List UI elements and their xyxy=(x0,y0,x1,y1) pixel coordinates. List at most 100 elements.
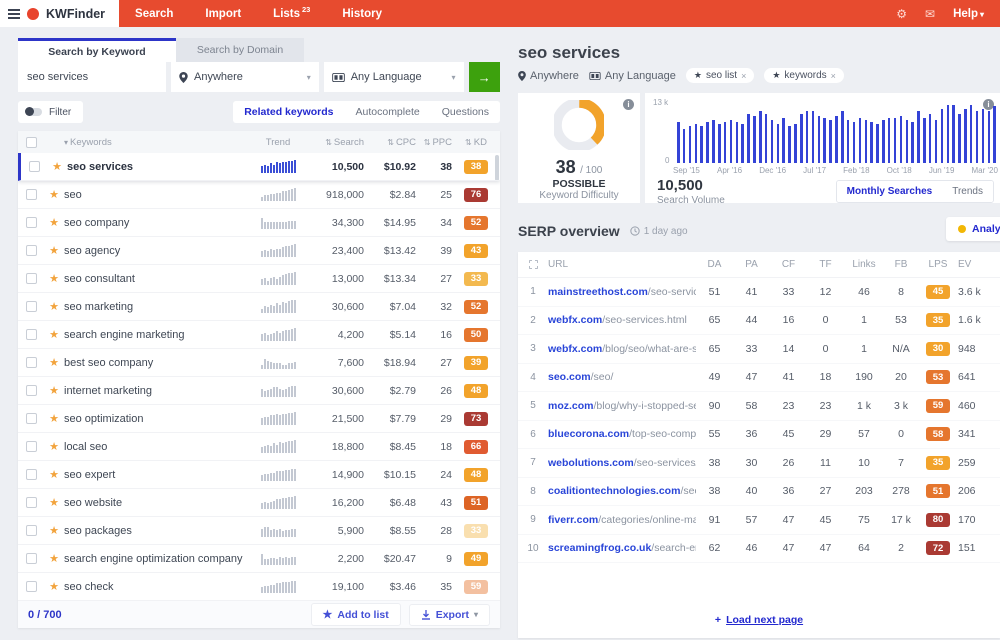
favorite-star-icon[interactable]: ★ xyxy=(49,552,59,565)
favorite-star-icon[interactable]: ★ xyxy=(49,356,59,369)
serp-result-row[interactable]: 4seo.com/seo/494741181902053641 xyxy=(518,364,1000,393)
serp-result-row[interactable]: 8coalitiontechnologies.com/seo-searc...3… xyxy=(518,478,1000,507)
col-ev[interactable]: EV xyxy=(958,259,1000,270)
row-checkbox[interactable] xyxy=(26,301,37,312)
help-menu[interactable]: Help▾ xyxy=(953,8,984,20)
nav-item-import[interactable]: Import xyxy=(189,0,257,27)
keyword-row[interactable]: ★seo company34,300$14.953452 xyxy=(18,209,500,237)
result-url[interactable]: fiverr.com/categories/online-marketi... xyxy=(548,514,696,526)
kd-badge[interactable]: 59 xyxy=(464,580,488,594)
nav-item-search[interactable]: Search xyxy=(119,0,189,27)
kd-badge[interactable]: 33 xyxy=(464,524,488,538)
filter-toggle[interactable]: Filter xyxy=(18,101,83,123)
row-checkbox[interactable] xyxy=(26,469,37,480)
keyword-row[interactable]: ★search engine marketing4,200$5.141650 xyxy=(18,321,500,349)
favorite-star-icon[interactable]: ★ xyxy=(49,244,59,257)
keyword-row[interactable]: ★seo services10,500$10.923838 xyxy=(18,153,500,181)
row-checkbox[interactable] xyxy=(26,245,37,256)
favorite-star-icon[interactable]: ★ xyxy=(49,272,59,285)
row-checkbox[interactable] xyxy=(26,553,37,564)
filter-switch-icon[interactable] xyxy=(26,108,42,116)
keyword-row[interactable]: ★internet marketing30,600$2.792648 xyxy=(18,377,500,405)
col-da[interactable]: DA xyxy=(696,259,733,270)
col-tf[interactable]: TF xyxy=(807,259,844,270)
tag-chip-keywords[interactable]: ★keywords× xyxy=(764,68,844,83)
row-checkbox[interactable] xyxy=(26,273,37,284)
tab-trends[interactable]: Trends xyxy=(942,181,993,202)
result-url[interactable]: moz.com/blog/why-i-stopped-selling-... xyxy=(548,400,696,412)
favorite-star-icon[interactable]: ★ xyxy=(49,384,59,397)
kd-badge[interactable]: 33 xyxy=(464,272,488,286)
keyword-row[interactable]: ★search engine optimization company2,200… xyxy=(18,545,500,573)
keyword-search-input[interactable] xyxy=(18,62,166,92)
url-domain[interactable]: mainstreethost.com xyxy=(548,286,648,298)
kd-badge[interactable]: 43 xyxy=(464,244,488,258)
tab-search-by-domain[interactable]: Search by Domain xyxy=(176,38,304,62)
col-fb[interactable]: FB xyxy=(884,259,918,270)
col-cpc[interactable]: ⇅CPC xyxy=(364,137,416,148)
favorite-star-icon[interactable]: ★ xyxy=(49,580,59,593)
serp-result-row[interactable]: 1mainstreethost.com/seo-services/5141331… xyxy=(518,278,1000,307)
close-icon[interactable]: × xyxy=(831,71,836,81)
url-domain[interactable]: coalitiontechnologies.com xyxy=(548,485,680,497)
kd-badge[interactable]: 51 xyxy=(464,496,488,510)
keyword-row[interactable]: ★seo website16,200$6.484351 xyxy=(18,489,500,517)
keyword-row[interactable]: ★best seo company7,600$18.942739 xyxy=(18,349,500,377)
url-domain[interactable]: screamingfrog.co.uk xyxy=(548,542,651,554)
col-cf[interactable]: CF xyxy=(770,259,807,270)
nav-item-history[interactable]: History xyxy=(326,0,398,27)
result-url[interactable]: bluecorona.com/top-seo-company/ xyxy=(548,428,696,440)
col-search[interactable]: ⇅Search xyxy=(306,137,364,148)
kd-badge[interactable]: 66 xyxy=(464,440,488,454)
kd-badge[interactable]: 48 xyxy=(464,384,488,398)
result-url[interactable]: webfx.com/seo-services.html xyxy=(548,314,696,326)
add-to-list-button[interactable]: ★Add to list xyxy=(311,603,401,626)
url-domain[interactable]: webfx.com xyxy=(548,343,602,355)
col-pa[interactable]: PA xyxy=(733,259,770,270)
tag-chip-seo-list[interactable]: ★seo list× xyxy=(686,68,754,83)
close-icon[interactable]: × xyxy=(741,71,746,81)
col-keywords[interactable]: ▾Keywords xyxy=(64,137,250,148)
serp-result-row[interactable]: 10screamingfrog.co.uk/search-engine-...6… xyxy=(518,535,1000,564)
favorite-star-icon[interactable]: ★ xyxy=(49,412,59,425)
kd-badge[interactable]: 52 xyxy=(464,300,488,314)
tab-monthly-searches[interactable]: Monthly Searches xyxy=(837,181,943,202)
row-checkbox[interactable] xyxy=(26,441,37,452)
nav-item-lists[interactable]: Lists23 xyxy=(257,0,326,27)
row-checkbox[interactable] xyxy=(26,385,37,396)
url-domain[interactable]: webfx.com xyxy=(548,314,602,326)
kd-badge[interactable]: 76 xyxy=(464,188,488,202)
serp-result-row[interactable]: 7webolutions.com/seo-services/3830261110… xyxy=(518,449,1000,478)
keyword-row[interactable]: ★seo check19,100$3.463559 xyxy=(18,573,500,601)
kd-badge[interactable]: 50 xyxy=(464,328,488,342)
tab-autocomplete[interactable]: Autocomplete xyxy=(345,101,431,123)
kd-badge[interactable]: 48 xyxy=(464,468,488,482)
tab-search-by-keyword[interactable]: Search by Keyword xyxy=(18,38,176,62)
favorite-star-icon[interactable]: ★ xyxy=(49,188,59,201)
keyword-row[interactable]: ★seo optimization21,500$7.792973 xyxy=(18,405,500,433)
serp-result-row[interactable]: 6bluecorona.com/top-seo-company/55364529… xyxy=(518,421,1000,450)
favorite-star-icon[interactable]: ★ xyxy=(52,160,62,173)
serp-result-row[interactable]: 3webfx.com/blog/seo/what-are-seo-s...653… xyxy=(518,335,1000,364)
info-icon[interactable]: i xyxy=(623,99,634,110)
row-checkbox[interactable] xyxy=(26,329,37,340)
url-domain[interactable]: webolutions.com xyxy=(548,457,634,469)
tab-related-keywords[interactable]: Related keywords xyxy=(233,101,344,123)
expand-icon[interactable] xyxy=(529,260,538,269)
favorite-star-icon[interactable]: ★ xyxy=(49,468,59,481)
export-button[interactable]: Export▾ xyxy=(409,604,490,626)
row-checkbox[interactable] xyxy=(26,357,37,368)
serp-result-row[interactable]: 9fiverr.com/categories/online-marketi...… xyxy=(518,506,1000,535)
language-select[interactable]: Any Language ▾ xyxy=(324,62,464,92)
location-select[interactable]: Anywhere ▾ xyxy=(171,62,319,92)
kd-badge[interactable]: 38 xyxy=(464,160,488,174)
kd-badge[interactable]: 49 xyxy=(464,552,488,566)
favorite-star-icon[interactable]: ★ xyxy=(49,440,59,453)
row-checkbox[interactable] xyxy=(26,525,37,536)
select-all-checkbox[interactable] xyxy=(26,137,37,148)
brand-name[interactable]: KWFinder xyxy=(46,7,105,21)
kd-badge[interactable]: 39 xyxy=(464,356,488,370)
row-checkbox[interactable] xyxy=(26,189,37,200)
row-checkbox[interactable] xyxy=(29,161,40,172)
keyword-row[interactable]: ★seo packages5,900$8.552833 xyxy=(18,517,500,545)
